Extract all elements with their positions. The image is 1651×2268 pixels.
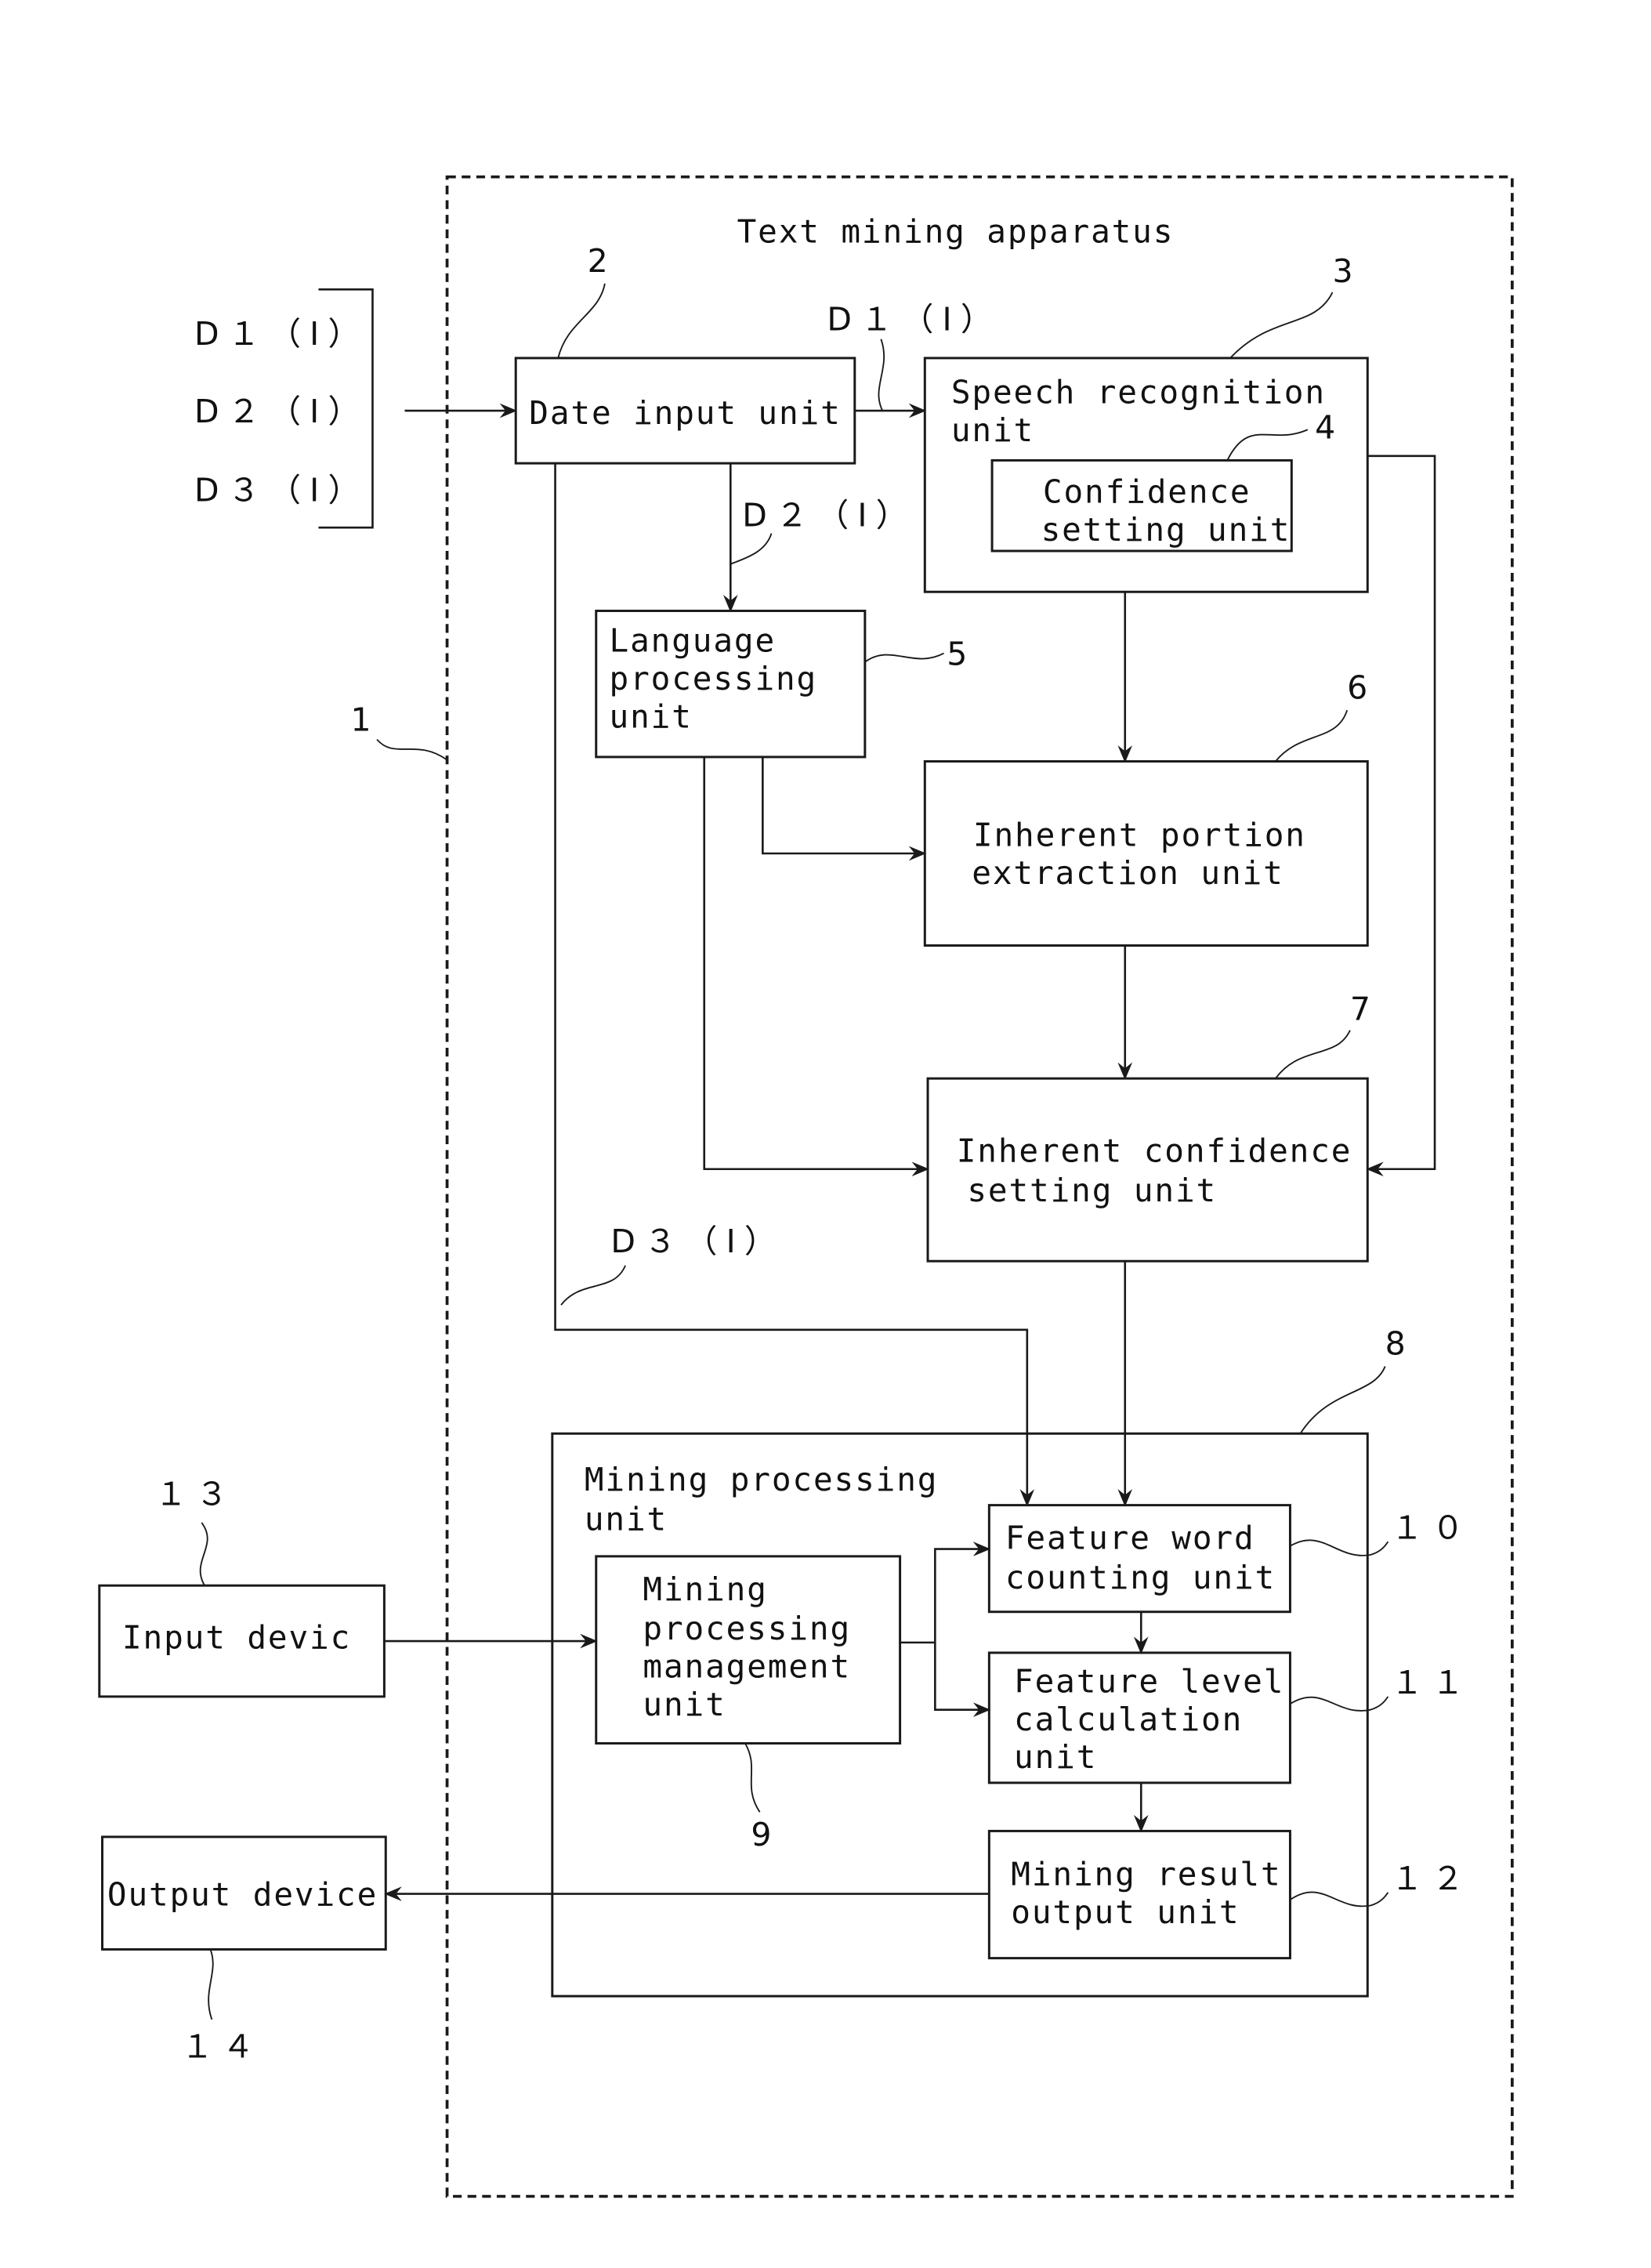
language-processing-label-line1: Language	[610, 622, 776, 660]
feature-word-counting-unit: Feature word counting unit	[987, 1504, 1291, 1614]
mining-result-label-line1: Mining result	[1011, 1855, 1281, 1893]
inherent-confidence-setting-unit: Inherent confidence setting unit	[926, 1077, 1369, 1263]
confidence-setting-unit: Confidence setting unit	[990, 458, 1293, 553]
apparatus-ref-leader	[376, 738, 448, 761]
output-device-label: Output device	[107, 1876, 378, 1914]
mining-result-leader	[1289, 1891, 1389, 1908]
speech-recognition-ref: 3	[1333, 252, 1362, 290]
language-processing-unit: Language processing unit	[595, 609, 867, 759]
feature-level-label-line2: calculation	[1014, 1701, 1243, 1738]
feature-word-label-line1: Feature word	[1005, 1520, 1255, 1557]
feature-level-ref: １１	[1391, 1664, 1472, 1701]
feature-level-calculation-unit: Feature level calculation unit	[987, 1651, 1291, 1784]
flow-d2-leader	[730, 533, 773, 565]
flow-d1-label: D１（I）	[827, 300, 1001, 338]
management-leader	[744, 1743, 761, 1813]
management-label-line1: Mining	[643, 1571, 767, 1608]
confidence-setting-label-line2: setting unit	[1041, 511, 1291, 549]
inherent-confidence-label-line2: setting unit	[967, 1172, 1217, 1209]
management-label-line3: management	[643, 1648, 851, 1686]
feature-word-leader	[1289, 1539, 1389, 1556]
arrow-language-to-extraction	[762, 756, 927, 861]
mining-processing-label-line2: unit	[585, 1500, 668, 1538]
management-label-line2: processing	[643, 1610, 851, 1647]
confidence-setting-ref: 4	[1315, 408, 1344, 446]
flow-d1-leader	[878, 339, 885, 411]
input-device-leader	[199, 1522, 208, 1586]
language-processing-ref: 5	[947, 635, 976, 672]
input-device-label: Input devic	[122, 1618, 351, 1656]
output-device: Output device	[101, 1835, 387, 1951]
mining-processing-ref: 8	[1385, 1325, 1414, 1363]
apparatus-title: Text mining apparatus	[737, 213, 1175, 251]
feature-word-label-line2: counting unit	[1005, 1559, 1276, 1596]
arrow-language-to-inherent-confidence	[703, 756, 929, 1177]
inherent-confidence-ref: 7	[1350, 991, 1379, 1028]
output-device-ref: １４	[181, 2027, 262, 2065]
feature-level-label-line3: unit	[1014, 1738, 1097, 1776]
output-device-leader	[208, 1949, 214, 2020]
arrow-management-to-feature-word	[934, 1542, 991, 1643]
input-device: Input devic	[98, 1584, 386, 1698]
input-d2-label: D２（I）	[194, 393, 369, 430]
input-d1-label: D１（I）	[194, 315, 369, 353]
speech-recognition-label-line1: Speech recognition	[951, 374, 1326, 411]
extraction-label-line2: extraction unit	[972, 854, 1284, 892]
date-input-leader	[557, 283, 606, 359]
extraction-leader	[1275, 709, 1349, 763]
mining-result-ref: １２	[1391, 1860, 1472, 1897]
language-processing-label-line2: processing	[610, 660, 818, 697]
flow-d3-leader	[560, 1265, 626, 1306]
management-label-line4: unit	[643, 1686, 726, 1723]
date-input-unit-label: Date input unit	[529, 394, 841, 432]
confidence-setting-label-line1: Confidence	[1043, 473, 1251, 510]
feature-level-leader	[1289, 1696, 1389, 1712]
mining-result-output-unit: Mining result output unit	[987, 1829, 1291, 1960]
text-mining-apparatus-diagram: Text mining apparatus 1 D１（I） D２（I） D３（I…	[98, 175, 1514, 2198]
flow-d2-label: D２（I）	[742, 496, 917, 534]
language-processing-leader	[864, 652, 944, 663]
arrow-management-to-feature-level	[934, 1642, 991, 1717]
input-d3-label: D３（I）	[194, 472, 369, 509]
mining-result-label-line2: output unit	[1011, 1893, 1240, 1931]
arrow-speech-to-inherent-confidence	[1366, 455, 1436, 1177]
inherent-portion-extraction-unit: Inherent portion extraction unit	[923, 760, 1369, 947]
mining-processing-leader	[1299, 1366, 1386, 1434]
extraction-ref: 6	[1347, 668, 1376, 706]
language-processing-label-line3: unit	[610, 698, 693, 736]
date-input-unit: Date input unit	[514, 357, 856, 465]
flow-d3-label: D３（I）	[610, 1223, 785, 1260]
management-ref: 9	[751, 1816, 780, 1853]
inherent-confidence-leader	[1275, 1030, 1351, 1079]
feature-word-ref: １０	[1391, 1509, 1472, 1546]
inherent-confidence-label-line1: Inherent confidence	[957, 1132, 1352, 1169]
input-device-ref: １３	[155, 1476, 237, 1513]
mining-processing-management-unit: Mining processing management unit	[595, 1555, 902, 1745]
extraction-label-line1: Inherent portion	[973, 817, 1306, 854]
feature-level-label-line1: Feature level	[1014, 1662, 1284, 1700]
apparatus-ref-label: 1	[351, 701, 380, 738]
date-input-ref: 2	[588, 242, 617, 280]
speech-recognition-leader	[1229, 292, 1334, 359]
speech-recognition-label-line2: unit	[951, 411, 1034, 449]
mining-processing-label-line1: Mining processing	[585, 1461, 939, 1498]
